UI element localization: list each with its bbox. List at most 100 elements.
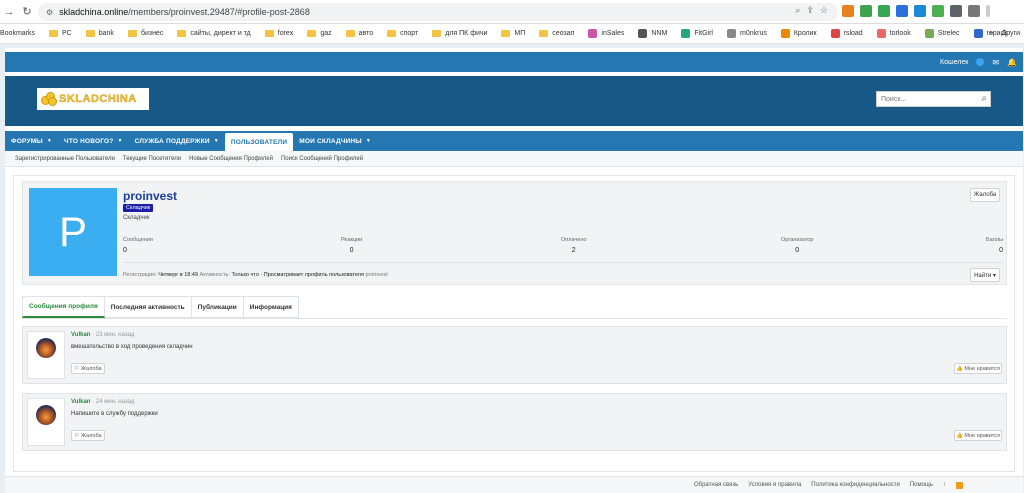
stat-value[interactable]: 0 <box>781 247 813 254</box>
nav-tab[interactable]: ФОРУМЫ ▼ <box>5 131 58 151</box>
profile-tab[interactable]: Сообщения профиля <box>22 296 105 318</box>
post-author[interactable]: Vulkan <box>71 332 90 338</box>
extension-blue-icon[interactable] <box>896 5 908 17</box>
other-bookmarks[interactable]: Други <box>1001 30 1020 37</box>
footer-link[interactable]: Политика конфиденциальности <box>811 482 900 488</box>
bookmark-item[interactable]: PC <box>49 30 72 37</box>
bookmark-star-icon[interactable]: ☆ <box>820 5 828 16</box>
bookmark-item[interactable]: bank <box>85 30 114 37</box>
folder-icon <box>177 30 187 37</box>
post-report-button[interactable]: ⚐ Жалоба <box>71 363 105 374</box>
chevron-down-icon[interactable]: ▼ <box>47 138 52 144</box>
bookmark-item[interactable]: Bookmarks <box>0 30 35 37</box>
folder-icon <box>501 30 511 37</box>
stat-value[interactable]: 0 <box>986 247 1003 254</box>
report-button[interactable]: Жалоба <box>970 188 1000 202</box>
footer-link[interactable]: Обратная связь <box>694 482 738 488</box>
nav-tab[interactable]: МОИ СКЛАДЧИНЫ ▼ <box>293 131 377 151</box>
subnav-link[interactable]: Новые Сообщения Профилей <box>189 156 273 162</box>
bookmark-item[interactable]: m0nkrus <box>727 29 767 38</box>
bookmark-item[interactable]: спорт <box>387 30 418 37</box>
bookmark-item[interactable]: МП <box>501 30 525 37</box>
bookmark-item[interactable]: Strelec <box>924 29 960 38</box>
stat-value[interactable]: 0 <box>341 247 362 254</box>
address-bar[interactable]: ⚙ skladchina.online/members/proinvest.29… <box>38 3 838 21</box>
search-input[interactable] <box>881 95 971 103</box>
post-avatar[interactable] <box>27 331 65 379</box>
stat-value[interactable]: 2 <box>561 247 586 254</box>
post-time[interactable]: · 24 мин. назад <box>92 399 134 405</box>
share-icon[interactable]: ⇪ <box>806 5 814 16</box>
post-author[interactable]: Vulkan <box>71 399 90 405</box>
nav-tab[interactable]: ПОЛЬЗОВАТЕЛИ <box>224 133 294 151</box>
bookmark-label: МП <box>514 30 526 37</box>
extension-arrow-icon[interactable] <box>914 5 926 17</box>
extension-shield-icon[interactable] <box>932 5 944 17</box>
footer-link[interactable]: Помощь <box>910 482 933 488</box>
profile-tab[interactable]: Публикации <box>191 296 244 318</box>
post-like-button[interactable]: 👍 Мне нравится <box>954 363 1002 374</box>
subnav-link[interactable]: Поиск Сообщений Профилей <box>281 156 363 162</box>
chevron-down-icon[interactable]: ▼ <box>117 138 122 144</box>
bookmarks-more-button[interactable]: » <box>990 30 994 37</box>
footer-link[interactable]: Условия и правила <box>748 482 801 488</box>
profile-tab[interactable]: Информация <box>243 296 299 318</box>
stat-label: Баллы <box>985 237 1003 243</box>
profile-avatar[interactable]: P <box>29 188 117 276</box>
forward-icon[interactable]: → <box>0 6 18 18</box>
zoom-icon[interactable]: ⌕ <box>795 5 800 16</box>
bookmark-label: сеозап <box>552 30 575 37</box>
bookmark-item[interactable]: inSales <box>588 29 624 38</box>
bell-icon[interactable]: 🔔 <box>1007 58 1017 67</box>
post-like-button[interactable]: 👍 Мне нравится <box>954 430 1002 441</box>
bookmark-item[interactable]: gaz <box>307 30 332 37</box>
mail-icon[interactable]: ✉ <box>992 58 999 67</box>
post-meta: Vulkan · 23 мин. назад <box>71 332 134 338</box>
bookmark-item[interactable]: NNM <box>638 29 667 38</box>
profile-username[interactable]: proinvest <box>123 189 177 203</box>
bookmark-item[interactable]: бизнес <box>127 30 163 37</box>
chevron-down-icon[interactable]: ▼ <box>366 138 371 144</box>
rss-icon[interactable] <box>956 481 963 489</box>
extension-puzzle-icon[interactable] <box>950 5 962 17</box>
wallet-link[interactable]: Кошелек <box>940 59 968 66</box>
subnav-link[interactable]: Текущие Посетители <box>123 156 181 162</box>
bookmark-item[interactable]: сеозап <box>539 30 574 37</box>
find-button[interactable]: Найти ▾ <box>970 268 1000 282</box>
reload-icon[interactable]: ↻ <box>18 5 36 18</box>
bookmark-item[interactable]: Кролик <box>780 29 817 38</box>
subnav-link[interactable]: Зарегистрированные Пользователи <box>15 156 115 162</box>
menu-icon[interactable] <box>986 5 990 17</box>
bookmark-item[interactable]: forex <box>264 30 293 37</box>
user-bar: Кошелек ✉ 🔔 <box>5 52 1023 72</box>
bookmark-item[interactable]: авто <box>345 30 373 37</box>
user-avatar-icon[interactable] <box>976 58 985 66</box>
nav-tab[interactable]: ЧТО НОВОГО? ▼ <box>58 131 129 151</box>
extension-play-icon[interactable] <box>878 5 890 17</box>
stat-value[interactable]: 0 <box>123 247 153 254</box>
main-nav: ФОРУМЫ ▼ ЧТО НОВОГО? ▼ СЛУЖБА ПОДДЕРЖКИ ▼ ПОЛЬ… <box>5 131 1023 151</box>
activity-user-link[interactable]: proinvest <box>365 272 387 278</box>
nav-tab[interactable]: СЛУЖБА ПОДДЕРЖКИ ▼ <box>129 131 225 151</box>
chevron-down-icon[interactable]: ▼ <box>214 138 219 144</box>
scroll-up-icon[interactable]: ↑ <box>943 482 946 488</box>
extension-fox-icon[interactable] <box>842 5 854 17</box>
search-icon[interactable]: ⌕ <box>981 93 987 104</box>
bookmark-item[interactable]: rsload <box>830 29 863 38</box>
browser-toolbar: → ↻ ⚙ skladchina.online/members/proinves… <box>0 0 1024 24</box>
reg-value: Четверг в 18:49 <box>158 272 199 278</box>
page: Кошелек ✉ 🔔 SKLADCHINA ⌕ ФОРУМЫ▼ЧТО НОВО… <box>5 48 1023 493</box>
post-report-button[interactable]: ⚐ Жалоба <box>71 430 105 441</box>
bookmark-item[interactable]: torlook <box>876 29 911 38</box>
profile-tab[interactable]: Последняя активность <box>104 296 192 318</box>
extension-list-icon[interactable] <box>968 5 980 17</box>
bookmarks-bar: Bookmarks PC bank бизнес сайты, директ и тд f… <box>0 24 1024 44</box>
site-logo[interactable]: SKLADCHINA <box>37 88 149 110</box>
site-info-icon[interactable]: ⚙ <box>46 8 53 17</box>
bookmark-item[interactable]: FitGirl <box>681 29 713 38</box>
extension-green-icon[interactable] <box>860 5 872 17</box>
bookmark-item[interactable]: для ПК фичи <box>432 30 487 37</box>
post-time[interactable]: · 23 мин. назад <box>92 332 134 338</box>
bookmark-item[interactable]: сайты, директ и тд <box>177 30 251 37</box>
post-avatar[interactable] <box>27 398 65 446</box>
